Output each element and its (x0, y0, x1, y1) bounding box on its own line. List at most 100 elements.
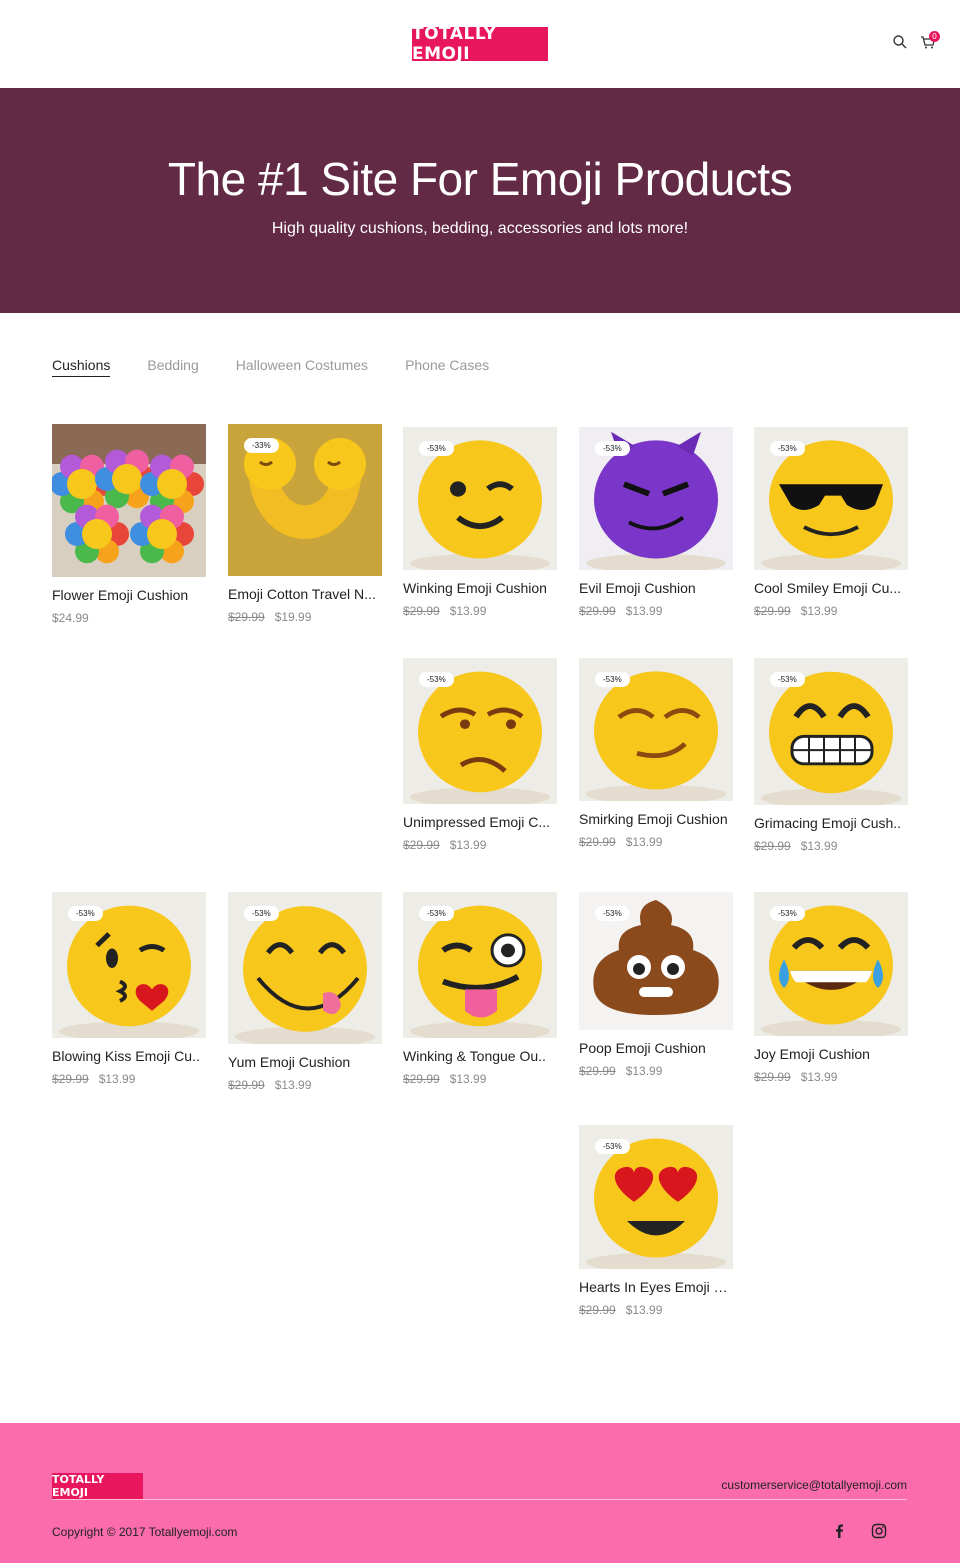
discount-badge: -53% (244, 906, 279, 921)
product-image[interactable]: -33% (228, 424, 382, 576)
product-card[interactable]: Flower Emoji Cushion $24.99 (52, 424, 206, 625)
product-card[interactable]: -53% Smirking Emoji Cushion $29.99 $13.99 (579, 658, 733, 849)
search-icon[interactable] (892, 34, 908, 50)
product-name[interactable]: Poop Emoji Cushion (579, 1040, 729, 1056)
hero-subtitle: High quality cushions, bedding, accessor… (271, 220, 689, 237)
product-name[interactable]: Smirking Emoji Cushion (579, 811, 729, 827)
product-card[interactable]: -53% Cool Smiley Emoji Cu... $29.99 $13.9… (754, 427, 908, 618)
tab-phone-cases[interactable]: Phone Cases (405, 357, 489, 377)
product-name[interactable]: Evil Emoji Cushion (579, 580, 729, 596)
product-card[interactable]: -53% Hearts In Eyes Emoji C.. $29.99 $13.… (579, 1125, 733, 1317)
product-image[interactable]: -53% (403, 892, 557, 1038)
discount-badge: -53% (68, 906, 103, 921)
product-card[interactable]: -53% Joy Emoji Cushion $29.99 $13.99 (754, 892, 908, 1084)
product-card[interactable]: -33% Emoji Cotton Travel N... $29.99 $19.… (228, 424, 382, 624)
old-price: $29.99 (403, 604, 440, 618)
product-name[interactable]: Unimpressed Emoji C... (403, 814, 553, 830)
old-price: $29.99 (403, 838, 440, 852)
product-card[interactable]: -53% Poop Emoji Cushion $29.99 $13.99 (579, 892, 733, 1078)
discount-badge: -33% (244, 438, 279, 453)
footer-email-link[interactable]: customerservice@totallyemoji.com (721, 1478, 907, 1492)
product-name[interactable]: Blowing Kiss Emoji Cu.. (52, 1048, 202, 1064)
current-price: $13.99 (625, 1064, 663, 1078)
product-price: $29.99 $13.99 (579, 835, 733, 849)
product-price: $29.99 $13.99 (579, 1064, 733, 1078)
product-image[interactable] (52, 424, 206, 577)
discount-badge: -53% (419, 441, 454, 456)
product-image[interactable]: -53% (579, 427, 733, 570)
current-price: $13.99 (800, 1070, 838, 1084)
product-card[interactable]: -53% Yum Emoji Cushion $29.99 $13.99 (228, 892, 382, 1092)
instagram-icon[interactable] (871, 1523, 887, 1539)
old-price: $29.99 (754, 1070, 791, 1084)
current-price: $13.99 (449, 838, 487, 852)
product-price: $29.99 $13.99 (403, 604, 557, 618)
product-image[interactable]: -53% (579, 1125, 733, 1269)
product-image[interactable]: -53% (579, 892, 733, 1030)
product-price: $29.99 $13.99 (754, 1070, 908, 1084)
product-image[interactable]: -53% (403, 427, 557, 570)
current-price: $13.99 (625, 604, 663, 618)
footer-logo[interactable]: TOTALLY EMOJI (52, 1473, 143, 1499)
product-card[interactable]: -53% Grimacing Emoji Cush.. $29.99 $13.99 (754, 658, 908, 853)
discount-badge: -53% (770, 906, 805, 921)
hero-title: The #1 Site For Emoji Products (167, 153, 793, 205)
product-price: $29.99 $13.99 (754, 604, 908, 618)
product-image[interactable]: -53% (754, 427, 908, 570)
product-price: $29.99 $13.99 (52, 1072, 206, 1086)
product-image[interactable]: -53% (228, 892, 382, 1044)
footer-copyright: Copyright © 2017 Totallyemoji.com (52, 1525, 238, 1539)
old-price: $29.99 (754, 604, 791, 618)
footer-divider (52, 1499, 907, 1500)
old-price: $29.99 (52, 1072, 89, 1086)
site-logo[interactable]: TOTALLY EMOJI (412, 24, 548, 64)
product-price: $29.99 $13.99 (579, 1303, 733, 1317)
product-photo (52, 424, 206, 577)
product-name[interactable]: Joy Emoji Cushion (754, 1046, 904, 1062)
discount-badge: -53% (770, 441, 805, 456)
current-price: $13.99 (449, 604, 487, 618)
product-image[interactable]: -53% (52, 892, 206, 1038)
product-image[interactable]: -53% (403, 658, 557, 804)
tab-bedding[interactable]: Bedding (147, 357, 198, 377)
current-price: $13.99 (449, 1072, 487, 1086)
product-card[interactable]: -53% Winking & Tongue Ou.. $29.99 $13.99 (403, 892, 557, 1086)
product-card[interactable]: -53% Unimpressed Emoji C... $29.99 $13.99 (403, 658, 557, 852)
discount-badge: -53% (770, 672, 805, 687)
current-price: $13.99 (625, 835, 663, 849)
product-name[interactable]: Emoji Cotton Travel N... (228, 586, 378, 602)
tab-halloween-costumes[interactable]: Halloween Costumes (236, 357, 368, 377)
site-footer: TOTALLY EMOJI customerservice@totallyemo… (0, 1423, 960, 1563)
current-price: $13.99 (625, 1303, 663, 1317)
product-name[interactable]: Cool Smiley Emoji Cu... (754, 580, 904, 596)
product-name[interactable]: Grimacing Emoji Cush.. (754, 815, 904, 831)
product-name[interactable]: Yum Emoji Cushion (228, 1054, 378, 1070)
product-image[interactable]: -53% (754, 892, 908, 1036)
product-image[interactable]: -53% (579, 658, 733, 801)
product-name[interactable]: Winking & Tongue Ou.. (403, 1048, 553, 1064)
current-price: $13.99 (274, 1078, 312, 1092)
facebook-icon[interactable] (831, 1523, 847, 1539)
product-name[interactable]: Winking Emoji Cushion (403, 580, 553, 596)
product-name[interactable]: Flower Emoji Cushion (52, 587, 202, 603)
product-card[interactable]: -53% Evil Emoji Cushion $29.99 $13.99 (579, 427, 733, 618)
product-price: $29.99 $13.99 (228, 1078, 382, 1092)
product-price: $29.99 $13.99 (403, 838, 557, 852)
current-price: $13.99 (800, 839, 838, 853)
discount-badge: -53% (419, 906, 454, 921)
product-image[interactable]: -53% (754, 658, 908, 805)
product-name[interactable]: Hearts In Eyes Emoji C.. (579, 1279, 729, 1295)
product-card[interactable]: -53% Blowing Kiss Emoji Cu.. $29.99 $13.9… (52, 892, 206, 1086)
current-price: $19.99 (274, 610, 312, 624)
old-price: $29.99 (579, 604, 616, 618)
discount-badge: -53% (595, 441, 630, 456)
product-card[interactable]: -53% Winking Emoji Cushion $29.99 $13.99 (403, 427, 557, 618)
discount-badge: -53% (595, 672, 630, 687)
old-price: $29.99 (228, 1078, 265, 1092)
tab-cushions[interactable]: Cushions (52, 357, 111, 377)
current-price: $13.99 (98, 1072, 136, 1086)
cart-count-badge: 0 (929, 31, 940, 42)
product-price: $24.99 (52, 611, 206, 625)
hero-banner: The #1 Site For Emoji Products High qual… (0, 88, 960, 313)
old-price: $29.99 (579, 1303, 616, 1317)
